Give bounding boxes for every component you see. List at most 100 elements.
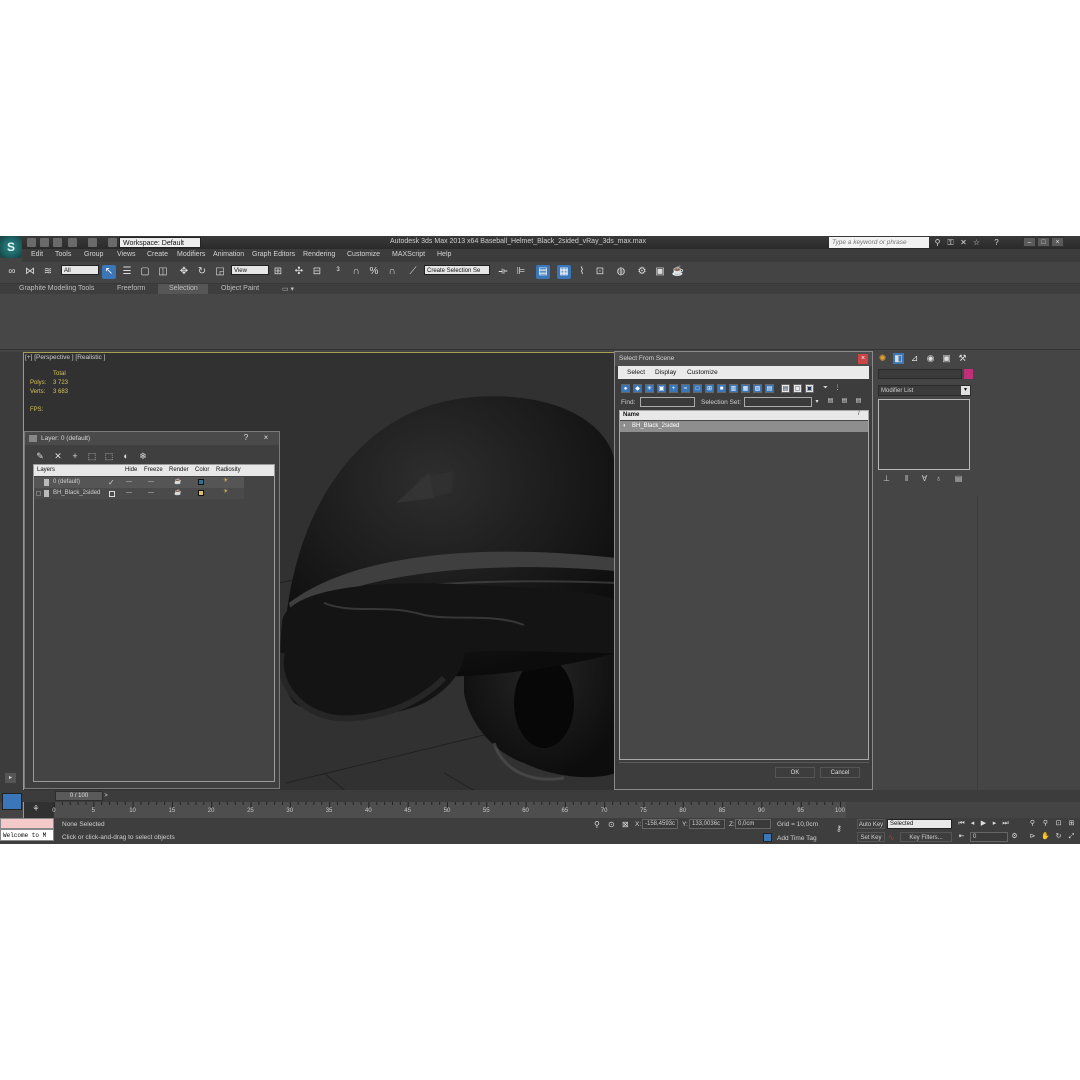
highlight-layer-icon[interactable]: ⬚	[104, 451, 114, 461]
minimize-button[interactable]: –	[1023, 237, 1036, 247]
add-time-tag[interactable]: Add Time Tag	[777, 835, 817, 842]
rendered-frame-window-icon[interactable]: ▣	[653, 265, 667, 279]
percent-snap-icon[interactable]: %	[367, 265, 381, 279]
sfs-name-column[interactable]: Name	[623, 412, 639, 418]
communication-icon[interactable]: ✕	[959, 238, 968, 247]
delete-layer-icon[interactable]: ✕	[53, 451, 63, 461]
go-to-end-icon[interactable]: ⏭	[1001, 819, 1010, 828]
radiosity-icon[interactable]: ☀	[223, 488, 228, 495]
next-frame-icon[interactable]: ▸	[990, 819, 999, 828]
field-of-view-icon[interactable]: ⊳	[1028, 832, 1037, 841]
workspace-dropdown[interactable]: Workspace: Default	[119, 237, 201, 248]
selection-filter-dropdown[interactable]: All	[61, 265, 99, 275]
menu-animation[interactable]: Animation	[213, 251, 244, 258]
zoom-icon[interactable]: ⚲	[1028, 819, 1037, 828]
expand-arrow-icon[interactable]: ▸	[5, 773, 16, 783]
layer-close-button[interactable]: ×	[259, 433, 273, 443]
tab-freeform[interactable]: Freeform	[117, 285, 145, 292]
filter-lights-icon[interactable]: ☀	[645, 384, 654, 393]
select-by-name-icon[interactable]: ☰	[120, 265, 134, 279]
radiosity-icon[interactable]: ☀	[223, 477, 228, 484]
close-window-button[interactable]: ×	[1051, 237, 1064, 247]
key-icon[interactable]: ⚷	[836, 824, 842, 833]
previous-frame-icon[interactable]: ◂	[968, 819, 977, 828]
time-slider-handle[interactable]: 0 / 100	[55, 791, 103, 801]
modify-panel-icon[interactable]: ◧	[893, 353, 904, 364]
zoom-extents-all-icon[interactable]: ⊞	[1067, 819, 1076, 828]
save-file-icon[interactable]	[53, 238, 62, 247]
subscription-icon[interactable]: ⚿	[946, 238, 955, 247]
ok-button[interactable]: OK	[775, 767, 815, 778]
sfs-close-button[interactable]: ×	[858, 354, 868, 364]
configure-modifier-sets-icon[interactable]: ▤	[954, 474, 963, 483]
filter-frozen-icon[interactable]: ▦	[741, 384, 750, 393]
menu-modifiers[interactable]: Modifiers	[177, 251, 205, 258]
app-logo-icon[interactable]: S	[0, 236, 22, 258]
remove-modifier-icon[interactable]: ♁	[934, 474, 943, 483]
align-icon[interactable]: ⊫	[514, 265, 528, 279]
table-row[interactable]: BH_Black_2sided — — ☕ ☀	[34, 488, 244, 499]
col-render[interactable]: Render	[169, 467, 189, 473]
ribbon-options-icon[interactable]: ▭ ▾	[282, 285, 294, 293]
play-icon[interactable]: ▶	[979, 819, 988, 828]
maxscript-mini-listener[interactable]: Welcome to M	[0, 829, 54, 841]
orbit-icon[interactable]: ↻	[1054, 832, 1063, 841]
time-configuration-icon[interactable]: ⚙	[1010, 832, 1019, 841]
menu-customize[interactable]: Customize	[347, 251, 380, 258]
redo-icon[interactable]	[88, 238, 97, 247]
motion-panel-icon[interactable]: ◉	[925, 353, 936, 364]
col-freeze[interactable]: Freeze	[144, 467, 163, 473]
menu-group[interactable]: Group	[84, 251, 103, 258]
filter-shapes-icon[interactable]: ◆	[633, 384, 642, 393]
time-slider[interactable]	[0, 790, 1080, 802]
y-coord-field[interactable]: 133,0036c	[689, 819, 725, 829]
remove-selection-set-icon[interactable]: ▤	[854, 397, 863, 406]
chevron-down-icon[interactable]: ▾	[813, 397, 821, 407]
help-icon[interactable]: ?	[992, 238, 1001, 247]
filter-helpers-icon[interactable]: +	[669, 384, 678, 393]
hierarchy-icon[interactable]: ⋮	[833, 384, 842, 393]
modifier-stack[interactable]	[878, 399, 970, 470]
layer-help-button[interactable]: ?	[239, 433, 253, 443]
col-radiosity[interactable]: Radiosity	[216, 467, 241, 473]
move-icon[interactable]: ✥	[177, 265, 191, 279]
next-frame-button[interactable]: >	[102, 791, 110, 801]
unlink-icon[interactable]: ⋈	[23, 265, 37, 279]
teapot-render-icon[interactable]: ☕	[174, 478, 181, 485]
key-mode-icon[interactable]: ⚘	[31, 804, 41, 814]
filter-xrefs-icon[interactable]: ⊞	[705, 384, 714, 393]
select-in-layer-icon[interactable]: ⬚	[87, 451, 97, 461]
render-production-icon[interactable]: ☕	[671, 265, 685, 279]
layer-freeze[interactable]: —	[148, 490, 154, 496]
current-frame-field[interactable]: 0	[970, 832, 1008, 842]
filter-geometry-icon[interactable]: ●	[621, 384, 630, 393]
new-file-icon[interactable]	[27, 238, 36, 247]
select-manipulate-icon[interactable]: ✣	[292, 265, 306, 279]
sfs-menu-select[interactable]: Select	[627, 369, 645, 376]
help-search-input[interactable]: Type a keyword or phrase	[829, 237, 929, 248]
menu-edit[interactable]: Edit	[31, 251, 43, 258]
teapot-render-icon[interactable]: ☕	[174, 489, 181, 496]
absolute-mode-icon[interactable]: ⊠	[622, 820, 629, 829]
sfs-selection-set-dropdown[interactable]	[744, 397, 812, 407]
sfs-find-input[interactable]	[640, 397, 695, 407]
tab-graphite-modeling-tools[interactable]: Graphite Modeling Tools	[19, 285, 94, 292]
filter-spacewarps-icon[interactable]: ≈	[681, 384, 690, 393]
key-mode-toggle-icon[interactable]: ⇤	[957, 832, 966, 841]
select-object-icon[interactable]: ↖	[102, 265, 116, 279]
render-setup-icon[interactable]: ⚙	[635, 265, 649, 279]
tab-object-paint[interactable]: Object Paint	[221, 285, 259, 292]
binoculars-icon[interactable]: ⚲	[933, 238, 942, 247]
layer-hide[interactable]: —	[126, 479, 132, 485]
list-item[interactable]: ◐ BH_Black_2sided	[620, 421, 868, 432]
curve-editor-icon[interactable]: ⌇	[575, 265, 589, 279]
add-selection-set-icon[interactable]: ▤	[826, 397, 835, 406]
utilities-panel-icon[interactable]: ⚒	[957, 353, 968, 364]
sfs-menu-customize[interactable]: Customize	[687, 369, 718, 376]
menu-help[interactable]: Help	[437, 251, 451, 258]
filter-all-icon[interactable]: ▤	[765, 384, 774, 393]
z-coord-field[interactable]: 0,0cm	[735, 819, 771, 829]
menu-maxscript[interactable]: MAXScript	[392, 251, 425, 258]
edit-selection-set-icon[interactable]: ▤	[840, 397, 849, 406]
hide-all-icon[interactable]: ◐	[121, 451, 131, 461]
